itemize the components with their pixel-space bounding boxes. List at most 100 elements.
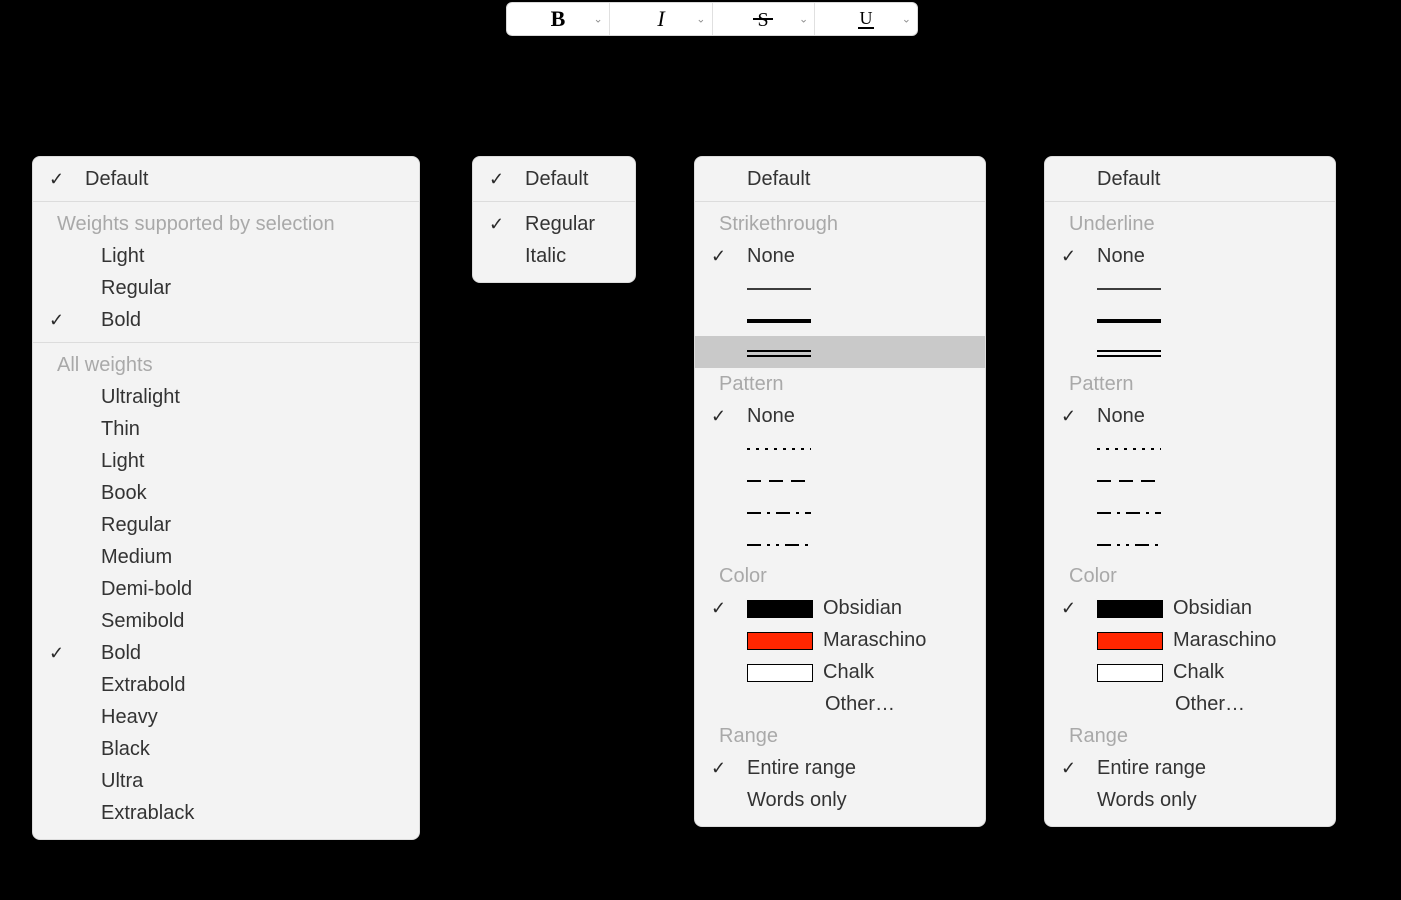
line-style-item[interactable] <box>695 336 985 368</box>
line-pattern-item[interactable] <box>695 432 985 464</box>
menu-item[interactable]: Extrabold <box>33 669 419 701</box>
color-item[interactable]: ✓Obsidian <box>695 592 985 624</box>
strike-range-header: Range <box>695 720 985 752</box>
menu-item[interactable]: ✓Entire range <box>1045 752 1335 784</box>
line-pattern-item[interactable] <box>1045 496 1335 528</box>
line-pattern-item[interactable] <box>1045 464 1335 496</box>
color-item[interactable]: Maraschino <box>695 624 985 656</box>
menu-item[interactable]: Book <box>33 477 419 509</box>
menu-item-label: Book <box>101 482 147 504</box>
menu-item[interactable]: Thin <box>33 413 419 445</box>
menu-item[interactable]: ✓Entire range <box>695 752 985 784</box>
line-style-item[interactable] <box>1045 272 1335 304</box>
menu-item[interactable]: Semibold <box>33 605 419 637</box>
check-icon: ✓ <box>1061 755 1079 781</box>
menu-item[interactable]: Words only <box>1045 784 1335 816</box>
svg-text:U: U <box>860 8 873 28</box>
strike-default-item[interactable]: Default <box>695 163 985 195</box>
menu-item[interactable]: Ultralight <box>33 381 419 413</box>
underline-segment[interactable]: U ⌄ <box>815 3 917 35</box>
bold-segment[interactable]: B ⌄ <box>507 3 610 35</box>
line-pattern-icon <box>747 538 811 552</box>
line-pattern-item[interactable] <box>695 464 985 496</box>
color-item[interactable]: Maraschino <box>1045 624 1335 656</box>
color-swatch <box>747 600 813 618</box>
all-weights-header: All weights <box>33 349 419 381</box>
menu-separator <box>33 342 419 343</box>
line-pattern-icon <box>747 474 811 488</box>
italic-segment[interactable]: I ⌄ <box>610 3 713 35</box>
menu-item[interactable]: Demi-bold <box>33 573 419 605</box>
line-style-item[interactable] <box>695 272 985 304</box>
menu-item[interactable]: Italic <box>473 240 635 272</box>
strikethrough-segment[interactable]: S ⌄ <box>713 3 816 35</box>
line-style-item[interactable]: ✓None <box>1045 240 1335 272</box>
supported-weights-list: LightRegular✓Bold <box>33 240 419 336</box>
menu-item[interactable]: ✓Bold <box>33 304 419 336</box>
underline-color-header: Color <box>1045 560 1335 592</box>
line-style-icon <box>1097 314 1161 328</box>
line-style-item[interactable] <box>1045 304 1335 336</box>
svg-text:B: B <box>551 8 566 30</box>
color-swatch <box>1097 600 1163 618</box>
menu-separator <box>695 201 985 202</box>
menu-item[interactable]: Heavy <box>33 701 419 733</box>
menu-item-label: Entire range <box>747 757 856 779</box>
line-style-item[interactable] <box>695 304 985 336</box>
line-pattern-item[interactable] <box>695 528 985 560</box>
strike-style-list: ✓None <box>695 240 985 368</box>
menu-item-label: Obsidian <box>1173 597 1252 619</box>
menu-item-label: Heavy <box>101 706 158 728</box>
menu-item-label: Maraschino <box>1173 629 1276 651</box>
menu-item[interactable]: ✓Regular <box>473 208 635 240</box>
underline-pattern-header: Pattern <box>1045 368 1335 400</box>
menu-item-label: Default <box>525 168 588 190</box>
chevron-down-icon: ⌄ <box>902 13 911 26</box>
underline-default-item[interactable]: Default <box>1045 163 1335 195</box>
line-pattern-item[interactable]: ✓None <box>695 400 985 432</box>
strike-color-other-item[interactable]: Other… <box>695 688 985 720</box>
line-pattern-item[interactable] <box>695 496 985 528</box>
menu-item[interactable]: Regular <box>33 509 419 541</box>
italic-menu: ✓ Default ✓RegularItalic <box>472 156 636 283</box>
menu-item[interactable]: Medium <box>33 541 419 573</box>
menu-item-label: Words only <box>1097 789 1197 811</box>
menu-item[interactable]: Light <box>33 240 419 272</box>
check-icon: ✓ <box>489 211 507 237</box>
text-style-toolbar: B ⌄ I ⌄ S ⌄ U ⌄ <box>506 2 918 36</box>
menu-item-label: None <box>747 245 795 267</box>
color-item[interactable]: Chalk <box>1045 656 1335 688</box>
color-item[interactable]: Chalk <box>695 656 985 688</box>
menu-item[interactable]: Extrablack <box>33 797 419 829</box>
menu-item-label: None <box>1097 405 1145 427</box>
menu-item[interactable]: Black <box>33 733 419 765</box>
menu-item[interactable]: ✓Bold <box>33 637 419 669</box>
underline-style-header: Underline <box>1045 208 1335 240</box>
color-swatch <box>747 664 813 682</box>
line-style-icon <box>747 314 811 328</box>
underline-menu: Default Underline ✓None Pattern ✓None Co… <box>1044 156 1336 827</box>
menu-item-label: Ultra <box>101 770 143 792</box>
check-icon: ✓ <box>1061 595 1079 621</box>
line-pattern-item[interactable] <box>1045 432 1335 464</box>
menu-item[interactable]: Light <box>33 445 419 477</box>
check-icon: ✓ <box>711 595 729 621</box>
bold-default-item[interactable]: ✓ Default <box>33 163 419 195</box>
italic-default-item[interactable]: ✓ Default <box>473 163 635 195</box>
check-icon: ✓ <box>49 640 67 666</box>
menu-item[interactable]: Words only <box>695 784 985 816</box>
line-style-item[interactable]: ✓None <box>695 240 985 272</box>
color-item[interactable]: ✓ Obsidian <box>1045 592 1335 624</box>
underline-color-other-item[interactable]: Other… <box>1045 688 1335 720</box>
line-style-icon <box>1097 346 1161 360</box>
svg-text:I: I <box>656 8 666 30</box>
line-pattern-item[interactable] <box>1045 528 1335 560</box>
strike-style-header: Strikethrough <box>695 208 985 240</box>
line-style-item[interactable] <box>1045 336 1335 368</box>
line-pattern-item[interactable]: ✓None <box>1045 400 1335 432</box>
check-icon: ✓ <box>1061 243 1079 269</box>
menu-item[interactable]: Regular <box>33 272 419 304</box>
strike-range-list: ✓Entire rangeWords only <box>695 752 985 816</box>
bold-menu: ✓ Default Weights supported by selection… <box>32 156 420 840</box>
menu-item[interactable]: Ultra <box>33 765 419 797</box>
